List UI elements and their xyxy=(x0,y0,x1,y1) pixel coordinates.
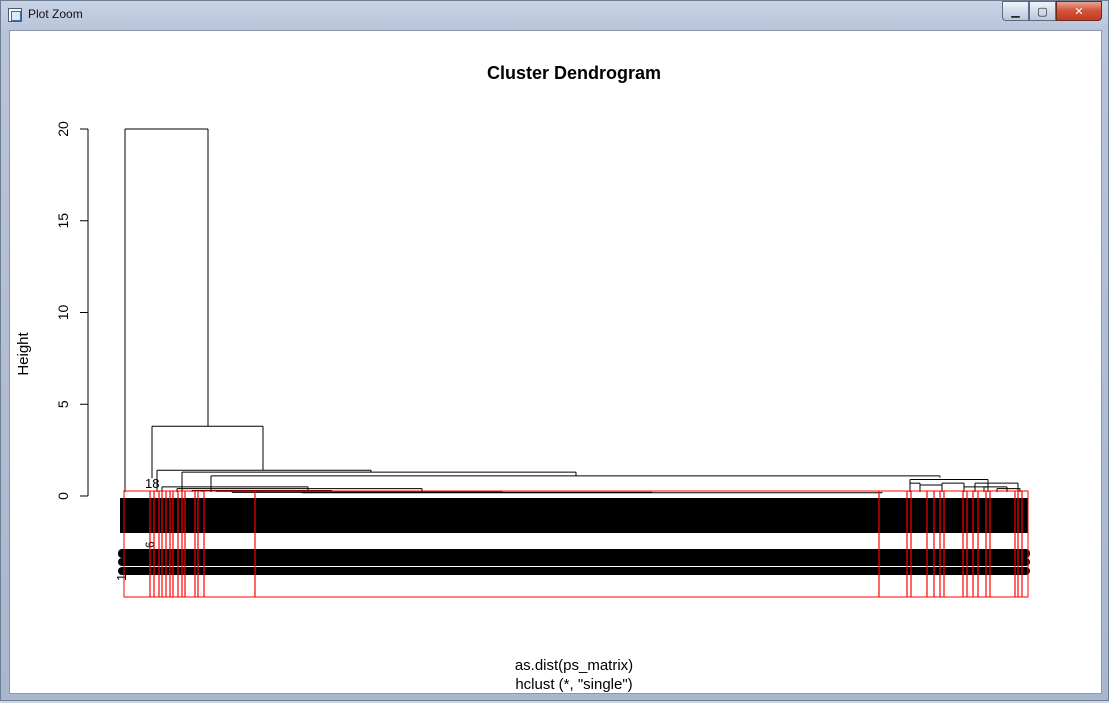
leaf-label-gap xyxy=(702,542,714,548)
leaf-label-gap xyxy=(374,542,386,548)
leaf-label-gap xyxy=(265,542,277,548)
leaf-label-gap xyxy=(662,542,671,548)
subtitle: hclust (*, "single") xyxy=(515,676,632,693)
y-tick-label: 15 xyxy=(55,213,71,229)
leaf-label: 1 xyxy=(114,574,129,581)
chart-title: Cluster Dendrogram xyxy=(487,63,661,83)
x-axis-label: as.dist(ps_matrix) xyxy=(515,657,633,674)
dendrogram-plot: Cluster Dendrogram Height as.dist(ps_mat… xyxy=(15,63,1030,693)
y-tick-label: 0 xyxy=(55,492,71,500)
y-axis: 0 5 10 15 20 xyxy=(55,121,89,500)
leaf-label-gap xyxy=(728,542,734,548)
leaf-label-gap xyxy=(562,542,574,548)
leaf-label-gap xyxy=(347,542,356,548)
leaf-label-gap xyxy=(392,542,398,548)
y-axis-label: Height xyxy=(15,331,32,375)
leaf-label-gap xyxy=(872,542,878,548)
leaf-label-gap xyxy=(312,542,318,548)
leaf-label-gap xyxy=(430,542,439,548)
plot-area: Cluster Dendrogram Height as.dist(ps_mat… xyxy=(9,30,1102,694)
leaf-label-gap xyxy=(457,542,469,548)
y-tick-label: 20 xyxy=(55,121,71,137)
y-tick-label: 10 xyxy=(55,305,71,321)
plot-zoom-window: Plot Zoom ▁ ▢ ✕ Cluster Dendrogram Heigh… xyxy=(0,0,1109,701)
dendrogram-branches xyxy=(124,128,1021,494)
leaf-label-gap xyxy=(522,542,531,548)
leaf-label-gap xyxy=(782,542,791,548)
leaf-label-gap xyxy=(822,542,834,548)
leaf-label-gap xyxy=(214,542,220,548)
leaf-label-gap xyxy=(612,542,618,548)
leaf-label-band xyxy=(120,498,1028,533)
leaf-label-gap xyxy=(472,542,478,548)
y-tick-label: 5 xyxy=(55,400,71,408)
